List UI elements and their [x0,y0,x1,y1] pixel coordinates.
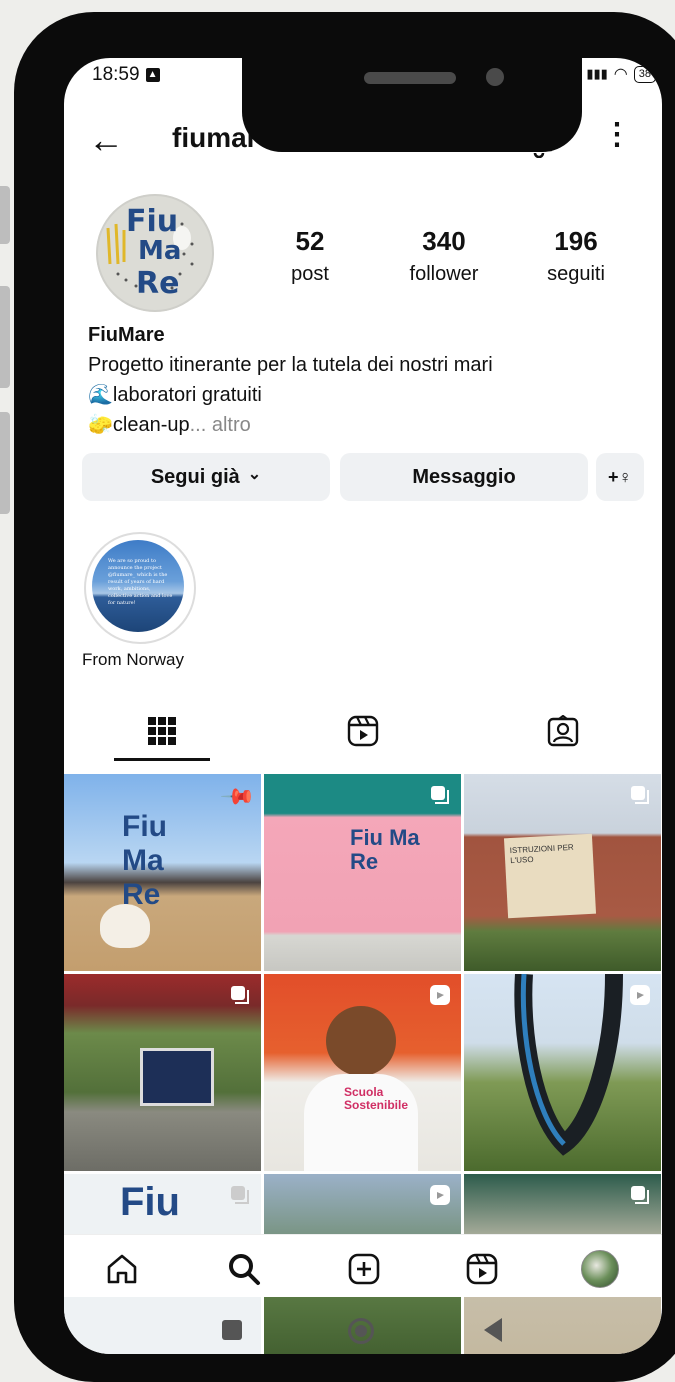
stat-posts[interactable]: 52 post [240,226,380,286]
coral-shape [100,904,150,948]
post-grid: Fiu Ma Re 📌 Fiu Ma Re ISTRUZIONI PER L'U… [64,774,662,1354]
highlight-label: From Norway [82,650,185,669]
profile-avatar-icon[interactable] [580,1249,620,1289]
post-label: Scuola Sostenibile [344,1085,409,1112]
carousel-icon [229,1184,251,1211]
reels-icon [347,715,379,752]
wifi-icon: ◠ [613,66,628,83]
bio: FiuMare Progetto itinerante per la tutel… [88,320,493,440]
stat-label: follower [409,263,479,285]
more-options-icon[interactable]: ⋮ [602,120,632,150]
stat-followers[interactable]: 340 follower [374,226,514,286]
post-label: Fiu [120,1180,180,1224]
post-thumbnail-4[interactable] [64,974,261,1171]
carousel-icon [629,784,651,811]
post-label: Fiu Ma Re [122,810,167,911]
highlight-image: We are so proud to announce the project … [92,540,184,632]
profile-actions: Segui già ⌄ Messaggio +♀ [82,453,648,501]
home-icon[interactable] [102,1249,142,1289]
bio-line-1: Progetto itinerante per la tutela dei no… [88,354,493,376]
bio-line-2: laboratori gratuiti [112,384,262,406]
stat-count: 196 [554,226,598,256]
story-highlight[interactable]: We are so proud to announce the project … [84,532,196,644]
reel-icon [629,984,651,1011]
signal-icon: ▮▮▮ [586,66,608,81]
bio-line-3: clean-up [112,414,190,436]
tab-reels[interactable] [264,708,462,758]
side-button-1 [0,186,10,244]
stat-label: seguiti [547,263,605,285]
reel-icon [429,1184,451,1211]
bottom-navigation [64,1234,662,1297]
side-button-2 [0,286,10,388]
tab-grid[interactable] [114,708,210,761]
pin-icon: 📌 [219,778,257,816]
create-icon[interactable] [344,1249,384,1289]
sponge-icon: 🧽 [88,414,113,436]
message-label: Messaggio [412,465,516,488]
stat-count: 340 [422,226,466,256]
notch [242,58,582,152]
notification-icon: ▲ [145,68,160,82]
presentation-screen [140,1048,214,1106]
grid-icon [147,716,177,751]
post-thumbnail-1[interactable]: Fiu Ma Re 📌 [64,774,261,971]
add-user-button[interactable]: +♀ [596,453,644,501]
chevron-down-icon: ⌄ [247,466,262,483]
tab-tagged[interactable] [464,708,662,758]
stat-count: 52 [295,226,325,256]
stat-label: post [291,263,329,285]
person-shape [326,1006,396,1076]
message-button[interactable]: Messaggio [340,453,588,501]
carousel-icon [229,984,251,1011]
carousel-icon [629,1184,651,1211]
phone-frame: 18:59 ▲ ▮▮▮ ◠ 38 ← fiumare_ ⋮ Fiu Ma Re 5… [14,12,675,1382]
post-thumbnail-3[interactable]: ISTRUZIONI PER L'USO [464,774,661,971]
wave-icon: 🌊 [88,384,113,406]
add-user-icon: +♀ [607,466,632,487]
following-label: Segui già [150,465,240,488]
post-label: Fiu Ma Re [350,825,420,874]
search-icon[interactable] [224,1249,264,1289]
post-thumbnail-2[interactable]: Fiu Ma Re [264,774,461,971]
highlight-text: We are so proud to announce the project … [108,558,173,606]
back-arrow-icon[interactable]: ← [88,122,124,158]
system-navigation [64,1306,662,1354]
stat-following[interactable]: 196 seguiti [506,226,646,286]
clock: 18:59 [92,64,140,85]
avatar[interactable]: Fiu Ma Re [96,194,214,312]
side-button-3 [0,412,10,514]
home-button[interactable] [348,1318,374,1344]
following-button[interactable]: Segui già ⌄ [82,453,330,501]
reel-icon [429,984,451,1011]
tagged-icon [547,714,579,752]
back-button[interactable] [484,1318,502,1342]
more-link[interactable]: ... altro [190,414,251,436]
battery-icon: 38 [633,65,656,83]
screen: 18:59 ▲ ▮▮▮ ◠ 38 ← fiumare_ ⋮ Fiu Ma Re 5… [64,58,662,1354]
post-thumbnail-5[interactable]: Scuola Sostenibile [264,974,461,1171]
post-thumbnail-6[interactable] [464,974,661,1171]
display-name: FiuMare [88,324,165,346]
profile-tabs [64,698,662,770]
recent-apps-button[interactable] [222,1320,242,1340]
post-label: ISTRUZIONI PER L'USO [509,842,574,866]
reels-nav-icon[interactable] [462,1249,502,1289]
carousel-icon [429,784,451,811]
